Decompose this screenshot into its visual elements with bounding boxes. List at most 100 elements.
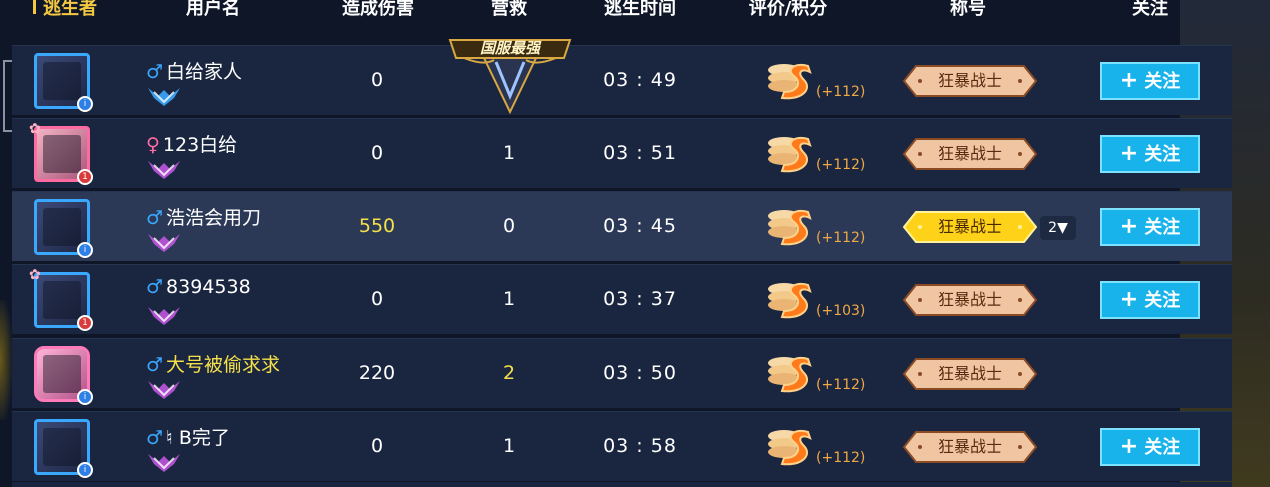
player-name-text: 大号被偷求求 [166, 354, 281, 376]
title-plate: 狂暴战士 [902, 429, 1038, 465]
title-plate: 狂暴战士 [902, 63, 1038, 99]
player-avatar[interactable]: ✿ 1 [29, 267, 93, 331]
player-row[interactable]: i ♂ ♮ B完了 0 1 03 : 58 (+112) 狂暴战士 + 关注 [12, 411, 1232, 481]
avatar-level-badge: i [77, 462, 93, 478]
escape-time: 03 : 50 [603, 362, 677, 384]
plus-icon: + [1119, 434, 1139, 459]
player-row[interactable]: ✿ 1 ♂ 8394538 0 1 03 : 37 (+103) 狂暴战士 + 关注 [12, 264, 1232, 334]
player-name[interactable]: ♀ 123白给 [146, 130, 237, 157]
title-plate: 狂暴战士 [902, 356, 1038, 392]
escape-time: 03 : 58 [603, 435, 677, 457]
title-text: 狂暴战士 [937, 364, 1002, 383]
rank-wings-icon [148, 454, 180, 472]
s-rank-icon [768, 210, 812, 246]
player-row[interactable]: i ♂ 白给家人 0 03 : 49 (+112) 狂暴战士 + 关注 [12, 45, 1232, 115]
s-rank-icon [768, 357, 812, 393]
title-text: 狂暴战士 [937, 437, 1002, 456]
mvp-badge: 国服最强 [444, 36, 576, 116]
player-row[interactable]: i ♂ 大号被偷求求 220 2 03 : 50 (+112) 狂暴战士 [12, 338, 1232, 408]
rank-wings-icon [148, 88, 180, 106]
s-rank-icon [768, 283, 812, 319]
avatar-image [43, 281, 81, 319]
score-delta: (+112) [816, 230, 866, 246]
male-icon: ♂ [146, 276, 164, 298]
title-plate: 狂暴战士 [902, 209, 1038, 245]
escape-time: 03 : 45 [603, 215, 677, 237]
follow-button[interactable]: + 关注 [1100, 281, 1200, 319]
rescue-value: 1 [502, 142, 516, 164]
player-avatar[interactable]: i [34, 419, 93, 478]
score-delta: (+112) [816, 377, 866, 393]
rescue-value: 1 [502, 288, 516, 310]
player-name-text: 123白给 [162, 134, 238, 156]
score-delta: (+103) [816, 303, 866, 319]
rescue-value: 1 [502, 435, 516, 457]
mvp-badge-text: 国服最强 [479, 39, 540, 57]
column-header-title: 称号 [950, 0, 986, 19]
player-avatar[interactable]: i [34, 199, 93, 258]
rescue-value: 0 [502, 215, 516, 237]
avatar-image [43, 62, 81, 100]
rank-wings-icon [148, 234, 180, 252]
player-row[interactable]: ✿ 1 ♀ 123白给 0 1 03 : 51 (+112) 狂暴战士 + 关注 [12, 118, 1232, 188]
player-avatar[interactable]: i [34, 53, 93, 112]
rank-wings-icon [148, 381, 180, 399]
follow-label: 关注 [1144, 437, 1181, 458]
follow-label: 关注 [1144, 290, 1181, 311]
column-header-follow: 关注 [1132, 0, 1168, 19]
follow-button[interactable]: + 关注 [1100, 208, 1200, 246]
follow-label: 关注 [1144, 217, 1181, 238]
damage-value: 0 [370, 142, 384, 164]
plus-icon: + [1119, 141, 1139, 166]
player-name[interactable]: ♂ 浩浩会用刀 [146, 203, 261, 230]
title-text: 狂暴战士 [937, 290, 1002, 309]
damage-value: 0 [370, 69, 384, 91]
damage-value: 220 [358, 362, 396, 384]
avatar-image [43, 208, 81, 246]
s-rank-icon [768, 64, 812, 100]
rank-wings-icon [148, 161, 180, 179]
player-name[interactable]: ♂ 8394538 [146, 276, 251, 298]
title-count-dropdown[interactable]: 2▼ [1040, 216, 1076, 240]
avatar-level-badge: i [77, 389, 93, 405]
follow-button[interactable]: + 关注 [1100, 428, 1200, 466]
follow-button[interactable]: + 关注 [1100, 135, 1200, 173]
title-plate: 狂暴战士 [902, 136, 1038, 172]
table-header: 逃生者 用户名 造成伤害 营救 逃生时间 评价/积分 称号 关注 [0, 0, 1270, 22]
flower-icon: ✿ [29, 121, 41, 137]
player-name[interactable]: ♂ ♮ B完了 [146, 423, 230, 450]
plus-icon: + [1119, 68, 1139, 93]
damage-value: 0 [370, 288, 384, 310]
score-delta: (+112) [816, 84, 866, 100]
player-name[interactable]: ♂ 白给家人 [146, 57, 242, 84]
avatar-level-badge: i [77, 96, 93, 112]
damage-value: 0 [370, 435, 384, 457]
escape-time: 03 : 37 [603, 288, 677, 310]
rescue-value: 2 [502, 362, 516, 384]
player-name-text: ♮ B完了 [166, 427, 230, 449]
follow-label: 关注 [1144, 71, 1181, 92]
player-name[interactable]: ♂ 大号被偷求求 [146, 350, 280, 377]
player-avatar[interactable]: i [34, 346, 93, 405]
escape-time: 03 : 49 [603, 69, 677, 91]
active-tab-marker [33, 0, 36, 14]
next-row-peek [12, 482, 1232, 487]
avatar-image [43, 135, 81, 173]
title-text: 狂暴战士 [937, 217, 1002, 236]
player-name-text: 浩浩会用刀 [166, 207, 262, 229]
column-header-rating-score: 评价/积分 [748, 0, 828, 19]
player-avatar[interactable]: ✿ 1 [29, 121, 93, 185]
column-header-damage: 造成伤害 [342, 0, 414, 19]
follow-button[interactable]: + 关注 [1100, 62, 1200, 100]
column-header-survivor[interactable]: 逃生者 [43, 0, 97, 22]
male-icon: ♂ [146, 427, 164, 449]
column-header-username: 用户名 [186, 0, 240, 19]
player-row[interactable]: i ♂ 浩浩会用刀 550 0 03 : 45 (+112) 狂暴战士 2▼ + 关注 [12, 191, 1232, 261]
s-rank-icon [768, 430, 812, 466]
male-icon: ♂ [146, 354, 164, 376]
player-name-text: 8394538 [166, 276, 251, 298]
title-text: 狂暴战士 [937, 144, 1002, 163]
damage-value: 550 [358, 215, 396, 237]
follow-label: 关注 [1144, 144, 1181, 165]
avatar-level-badge: i [77, 242, 93, 258]
